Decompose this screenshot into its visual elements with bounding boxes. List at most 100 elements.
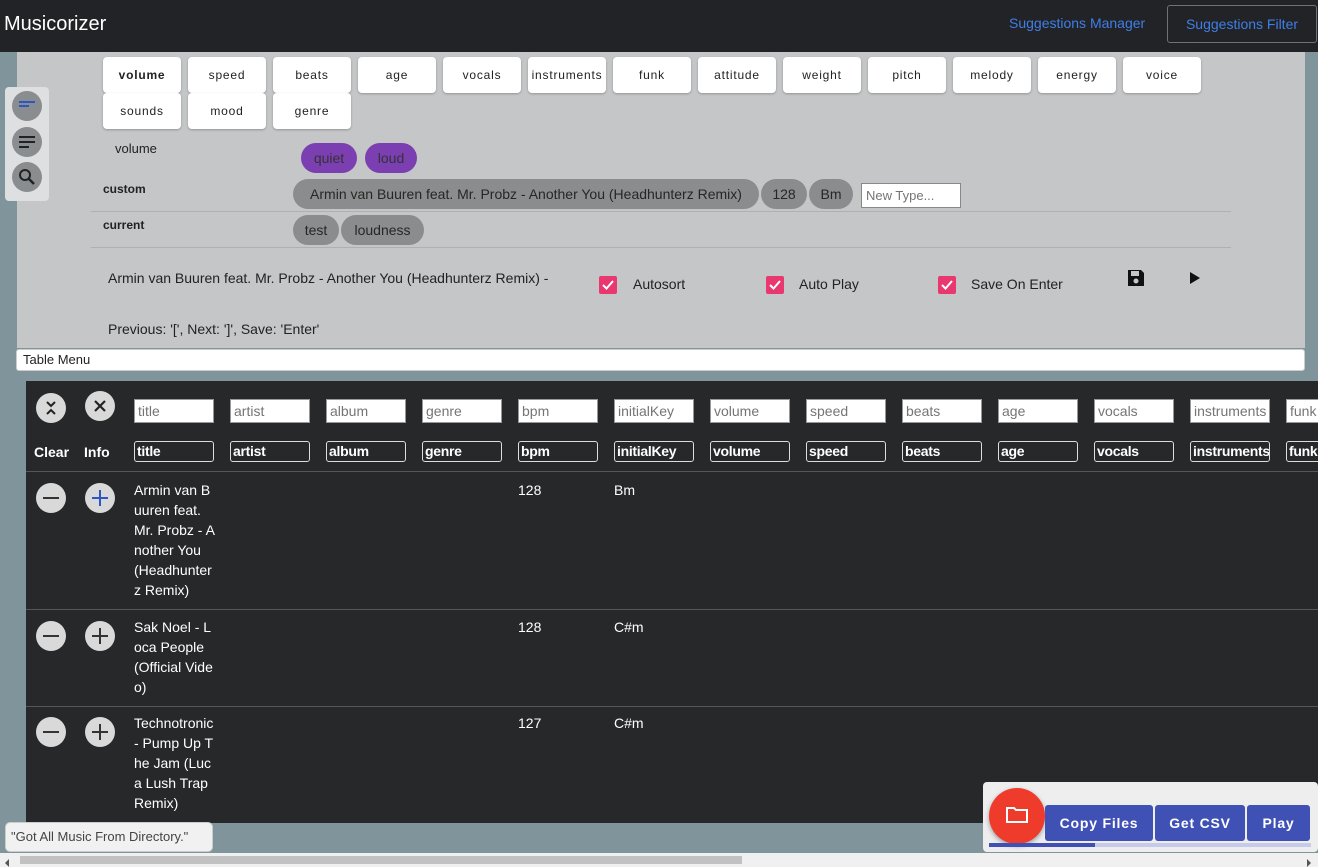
- cell-key: C#m: [614, 715, 644, 731]
- suggestions-manager-link[interactable]: Suggestions Manager: [1009, 15, 1145, 31]
- column-header-title[interactable]: title: [134, 441, 214, 462]
- tab-mood[interactable]: mood: [188, 93, 266, 129]
- scroll-right-icon[interactable]: [1306, 855, 1312, 867]
- tab-voice[interactable]: voice: [1123, 57, 1201, 93]
- tab-beats[interactable]: beats: [273, 57, 351, 93]
- tab-vocals[interactable]: vocals: [443, 57, 521, 93]
- filter-genre-input[interactable]: [422, 399, 502, 423]
- filter-age-input[interactable]: [998, 399, 1078, 423]
- progress-bar: [989, 843, 1096, 847]
- horizontal-scrollbar[interactable]: [0, 853, 1318, 867]
- top-bar: Musicorizer Suggestions Manager Suggesti…: [0, 0, 1318, 52]
- remove-icon[interactable]: [36, 621, 66, 651]
- remove-icon[interactable]: [36, 717, 66, 747]
- column-header-speed[interactable]: speed: [806, 441, 886, 462]
- copy-files-button[interactable]: Copy Files: [1045, 805, 1153, 841]
- filter-funk-input[interactable]: [1286, 399, 1318, 423]
- tab-pitch[interactable]: pitch: [868, 57, 946, 93]
- cell-bpm: 128: [518, 619, 542, 635]
- song-table: Clear Info title artist album genre bpm …: [26, 381, 1318, 823]
- column-header-initialkey[interactable]: initialKey: [614, 441, 694, 462]
- table-menu[interactable]: Table Menu: [16, 349, 1305, 371]
- tab-genre[interactable]: genre: [273, 93, 351, 129]
- folder-fab-button[interactable]: [989, 788, 1045, 844]
- save-icon[interactable]: [1126, 268, 1146, 293]
- save-on-enter-label: Save On Enter: [971, 276, 1063, 292]
- column-header-beats[interactable]: beats: [902, 441, 982, 462]
- play-button[interactable]: Play: [1247, 805, 1310, 841]
- suggestions-filter-button[interactable]: Suggestions Filter: [1167, 5, 1317, 43]
- divider: [91, 211, 1231, 212]
- auto-play-checkbox[interactable]: [766, 276, 784, 294]
- custom-tag-chip[interactable]: Bm: [809, 179, 853, 209]
- autosort-checkbox[interactable]: [599, 276, 617, 294]
- menu-lines-icon[interactable]: [12, 127, 42, 157]
- play-icon[interactable]: [1189, 271, 1201, 290]
- close-icon[interactable]: [85, 391, 115, 421]
- tab-speed[interactable]: speed: [188, 57, 266, 93]
- autosort-label: Autosort: [633, 276, 686, 292]
- cell-key: C#m: [614, 619, 644, 635]
- cell-title: Armin van Buuren feat. Mr. Probz - Anoth…: [134, 482, 215, 598]
- option-quiet-chip[interactable]: quiet: [301, 143, 357, 173]
- custom-label: custom: [103, 182, 146, 196]
- filter-album-input[interactable]: [326, 399, 406, 423]
- tab-funk[interactable]: funk: [613, 57, 691, 93]
- filter-speed-input[interactable]: [806, 399, 886, 423]
- shortcuts-hint: Previous: '[', Next: ']', Save: 'Enter': [108, 321, 320, 337]
- tab-attitude[interactable]: attitude: [698, 57, 776, 93]
- tab-age[interactable]: age: [358, 57, 436, 93]
- folder-icon: [1006, 805, 1028, 828]
- column-header-age[interactable]: age: [998, 441, 1078, 462]
- add-icon[interactable]: [85, 621, 115, 651]
- table-row[interactable]: Armin van Buuren feat. Mr. Probz - Anoth…: [26, 471, 1318, 609]
- cell-key: Bm: [614, 482, 635, 498]
- info-column-label: Info: [84, 444, 110, 460]
- get-csv-button[interactable]: Get CSV: [1155, 805, 1245, 841]
- add-icon[interactable]: [85, 483, 115, 513]
- tab-weight[interactable]: weight: [783, 57, 861, 93]
- auto-play-label: Auto Play: [799, 276, 859, 292]
- app-title: Musicorizer: [4, 13, 107, 35]
- now-playing-text: Armin van Buuren feat. Mr. Probz - Anoth…: [108, 270, 549, 286]
- collapse-all-icon[interactable]: [36, 393, 66, 423]
- column-header-vocals[interactable]: vocals: [1094, 441, 1174, 462]
- search-icon[interactable]: [12, 162, 42, 192]
- category-label: volume: [115, 141, 157, 156]
- scroll-left-icon[interactable]: [4, 855, 10, 867]
- current-tag-chip[interactable]: loudness: [341, 215, 424, 245]
- column-header-volume[interactable]: volume: [710, 441, 790, 462]
- filter-volume-input[interactable]: [710, 399, 790, 423]
- column-header-album[interactable]: album: [326, 441, 406, 462]
- filter-initialkey-input[interactable]: [614, 399, 694, 423]
- save-on-enter-checkbox[interactable]: [938, 276, 956, 294]
- filter-instruments-input[interactable]: [1190, 399, 1270, 423]
- add-icon[interactable]: [85, 717, 115, 747]
- filter-vocals-input[interactable]: [1094, 399, 1174, 423]
- new-type-input[interactable]: [861, 183, 961, 208]
- column-header-artist[interactable]: artist: [230, 441, 310, 462]
- tab-sounds[interactable]: sounds: [103, 93, 181, 129]
- table-row[interactable]: Sak Noel - Loca People (Official Video) …: [26, 609, 1318, 706]
- tab-volume[interactable]: volume: [103, 57, 181, 93]
- sort-icon[interactable]: [12, 91, 42, 121]
- column-header-genre[interactable]: genre: [422, 441, 502, 462]
- column-header-funk[interactable]: funk: [1286, 441, 1318, 462]
- filter-bpm-input[interactable]: [518, 399, 598, 423]
- remove-icon[interactable]: [36, 483, 66, 513]
- column-header-bpm[interactable]: bpm: [518, 441, 598, 462]
- column-header-instruments[interactable]: instruments: [1190, 441, 1270, 462]
- option-loud-chip[interactable]: loud: [365, 143, 417, 173]
- filter-beats-input[interactable]: [902, 399, 982, 423]
- tab-energy[interactable]: energy: [1038, 57, 1116, 93]
- table-header: Clear Info title artist album genre bpm …: [26, 381, 1318, 471]
- cell-title: Sak Noel - Loca People (Official Video): [134, 619, 213, 695]
- current-tag-chip[interactable]: test: [293, 215, 339, 245]
- custom-tag-chip[interactable]: Armin van Buuren feat. Mr. Probz - Anoth…: [293, 179, 759, 209]
- custom-tag-chip[interactable]: 128: [761, 179, 807, 209]
- scrollbar-thumb[interactable]: [20, 856, 742, 864]
- tab-instruments[interactable]: instruments: [528, 57, 606, 93]
- filter-title-input[interactable]: [134, 399, 214, 423]
- tab-melody[interactable]: melody: [953, 57, 1031, 93]
- filter-artist-input[interactable]: [230, 399, 310, 423]
